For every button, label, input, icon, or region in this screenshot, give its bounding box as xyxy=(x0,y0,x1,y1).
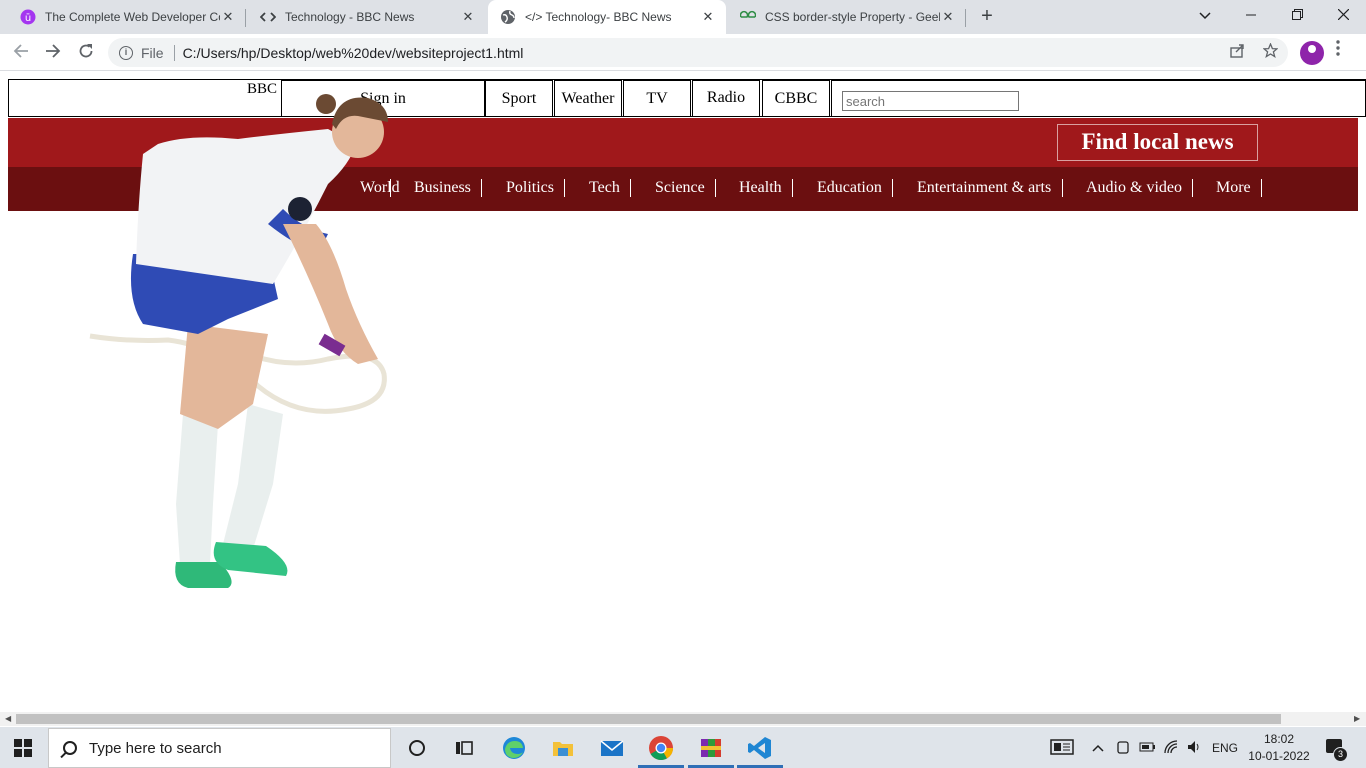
tab-separator xyxy=(245,9,246,27)
tab-title: CSS border-style Property - Geek xyxy=(765,10,940,24)
tab-search-button[interactable] xyxy=(1182,0,1228,34)
cortana-icon[interactable] xyxy=(404,735,430,761)
browser-menu-icon[interactable] xyxy=(1336,40,1340,61)
section-divider xyxy=(630,179,631,197)
section-link-tech[interactable]: Tech xyxy=(589,179,620,197)
cbbc-link[interactable]: CBBC xyxy=(762,80,830,117)
restore-button[interactable] xyxy=(1274,0,1320,34)
file-explorer-icon[interactable] xyxy=(550,735,576,761)
battery-icon[interactable] xyxy=(1139,741,1157,756)
close-window-button[interactable] xyxy=(1320,0,1366,34)
profile-avatar[interactable] xyxy=(1300,41,1324,65)
tv-link[interactable]: TV xyxy=(623,80,691,117)
section-divider xyxy=(1261,179,1262,197)
section-link-politics[interactable]: Politics xyxy=(506,179,554,197)
show-hidden-icons-chevron-icon[interactable] xyxy=(1092,741,1104,755)
tab-geeksforgeeks[interactable]: CSS border-style Property - Geek ✕ xyxy=(728,0,966,34)
find-local-news-button[interactable]: Find local news xyxy=(1057,124,1258,161)
sport-link[interactable]: Sport xyxy=(485,80,553,117)
notification-count-badge: 3 xyxy=(1333,747,1348,762)
taskbar-search-placeholder: Type here to search xyxy=(89,739,222,757)
clock-date: 10-01-2022 xyxy=(1248,749,1310,763)
edge-browser-icon[interactable] xyxy=(501,735,527,761)
news-interests-icon[interactable] xyxy=(1050,738,1074,759)
volume-icon[interactable] xyxy=(1186,739,1202,758)
search-icon xyxy=(63,741,77,755)
bookmark-star-icon[interactable] xyxy=(1262,42,1279,62)
new-tab-button[interactable]: + xyxy=(976,6,998,28)
close-tab-icon[interactable]: ✕ xyxy=(460,9,476,25)
scroll-right-arrow-icon[interactable]: ▶ xyxy=(1354,712,1360,726)
radio-link[interactable]: Radio xyxy=(692,80,760,117)
chrome-icon[interactable] xyxy=(648,735,674,761)
mail-icon[interactable] xyxy=(599,735,625,761)
tab-bbc-technology[interactable]: Technology - BBC News ✕ xyxy=(248,0,486,34)
scroll-left-arrow-icon[interactable]: ◀ xyxy=(5,712,11,726)
weather-link[interactable]: Weather xyxy=(554,80,622,117)
globe-icon xyxy=(500,9,516,25)
browser-toolbar: i File C:/Users/hp/Desktop/web%20dev/web… xyxy=(0,34,1366,71)
meet-now-icon[interactable] xyxy=(1116,739,1130,758)
section-divider xyxy=(1062,179,1063,197)
section-divider xyxy=(792,179,793,197)
section-link-science[interactable]: Science xyxy=(655,179,705,197)
scheme-label: File xyxy=(141,44,164,61)
close-tab-icon[interactable]: ✕ xyxy=(220,9,236,25)
url-text[interactable]: C:/Users/hp/Desktop/web%20dev/websitepro… xyxy=(183,45,524,61)
tab-title: </> Technology- BBC News xyxy=(525,10,672,24)
close-tab-icon[interactable]: ✕ xyxy=(700,9,716,25)
task-view-icon[interactable] xyxy=(451,735,477,761)
address-divider xyxy=(173,44,175,61)
windows-taskbar: Type here to search ENG 18:02 10-01-2022… xyxy=(0,727,1366,768)
section-link-business[interactable]: Business xyxy=(414,179,471,197)
web-page: BBC Sign in Sport Weather TV Radio CBBC … xyxy=(0,72,1366,712)
vscode-icon[interactable] xyxy=(747,735,773,761)
minimize-button[interactable] xyxy=(1228,0,1274,34)
winrar-icon[interactable] xyxy=(698,735,724,761)
section-divider xyxy=(481,179,482,197)
windows-start-icon[interactable] xyxy=(14,739,32,757)
address-bar[interactable]: i File C:/Users/hp/Desktop/web%20dev/web… xyxy=(108,38,1288,67)
tab-bbc-technology-active[interactable]: </> Technology- BBC News ✕ xyxy=(488,0,726,34)
system-clock[interactable]: 18:02 10-01-2022 xyxy=(1248,731,1310,765)
close-tab-icon[interactable]: ✕ xyxy=(940,9,956,25)
taskbar-search-box[interactable]: Type here to search xyxy=(48,728,391,768)
tab-separator xyxy=(965,9,966,27)
tab-udemy[interactable]: ū The Complete Web Developer Co ✕ xyxy=(8,0,246,34)
back-button[interactable] xyxy=(8,40,34,66)
section-divider xyxy=(564,179,565,197)
geeksforgeeks-icon xyxy=(740,9,756,25)
tab-title: The Complete Web Developer Co xyxy=(45,10,220,24)
section-link-health[interactable]: Health xyxy=(739,179,782,197)
reload-button[interactable] xyxy=(73,40,99,66)
section-divider xyxy=(715,179,716,197)
section-link-audio-video[interactable]: Audio & video xyxy=(1086,179,1182,197)
language-indicator[interactable]: ENG xyxy=(1212,741,1238,755)
wifi-icon[interactable] xyxy=(1163,739,1179,758)
horizontal-scrollbar[interactable]: ◀ ▶ xyxy=(0,712,1366,726)
section-link-education[interactable]: Education xyxy=(817,179,882,197)
footballer-image xyxy=(89,94,388,588)
section-link-more[interactable]: More xyxy=(1216,179,1251,197)
tab-title: Technology - BBC News xyxy=(285,10,415,24)
udemy-icon: ū xyxy=(20,9,36,25)
section-link-entertainment-arts[interactable]: Entertainment & arts xyxy=(917,179,1051,197)
clock-time: 18:02 xyxy=(1263,732,1295,746)
info-icon[interactable]: i xyxy=(119,45,133,60)
forward-button[interactable] xyxy=(40,40,66,66)
section-divider xyxy=(1192,179,1193,197)
svg-text:ū: ū xyxy=(25,13,31,24)
tab-strip: ū The Complete Web Developer Co ✕ Techno… xyxy=(0,0,1366,34)
search-input[interactable] xyxy=(842,91,1019,111)
section-divider xyxy=(892,179,893,197)
scrollbar-thumb[interactable] xyxy=(16,714,1281,724)
code-icon xyxy=(260,9,276,25)
share-icon[interactable] xyxy=(1230,43,1245,62)
